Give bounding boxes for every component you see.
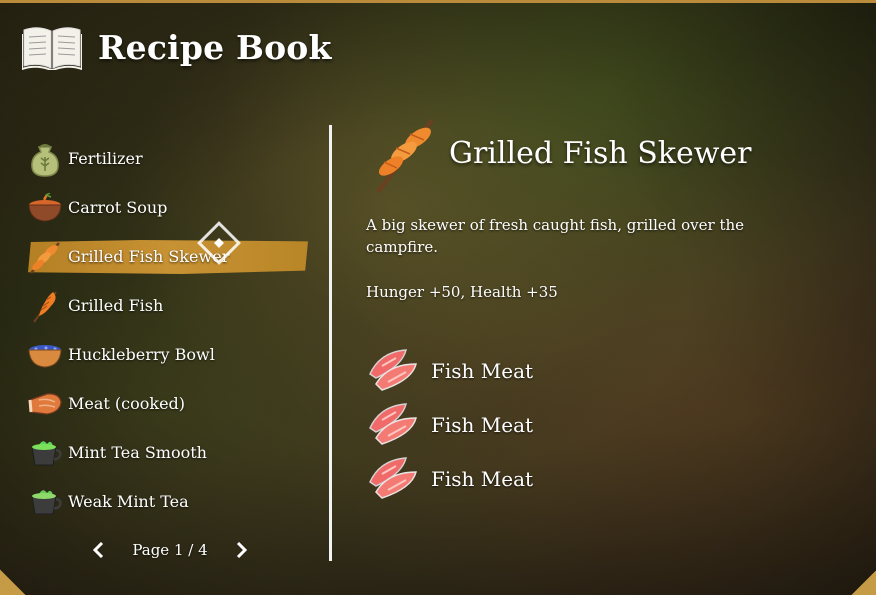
grilled-fish-icon: [26, 287, 64, 325]
recipe-list: Fertilizer Carrot Soup Grilled Fish Skew…: [26, 134, 308, 526]
recipe-title: Grilled Fish Skewer: [449, 136, 752, 171]
recipe-item-label: Huckleberry Bowl: [68, 345, 215, 364]
cooked-meat-icon: [26, 385, 64, 423]
open-book-icon: [22, 27, 82, 70]
next-page-button[interactable]: [234, 540, 250, 560]
top-trim: [0, 0, 876, 3]
ingredient-list: Fish Meat Fish Meat Fish Meat: [366, 344, 533, 506]
selection-cursor-icon: [197, 221, 241, 265]
recipe-item-carrot-soup[interactable]: Carrot Soup: [26, 183, 308, 232]
recipe-item-meat-cooked[interactable]: Meat (cooked): [26, 379, 308, 428]
ingredient-label: Fish Meat: [431, 359, 534, 383]
page-title: Recipe Book: [98, 27, 332, 67]
recipe-item-label: Weak Mint Tea: [68, 492, 189, 511]
corner-trim-left: [0, 565, 26, 595]
fish-meat-icon: [369, 349, 417, 391]
recipe-item-mint-tea-smooth[interactable]: Mint Tea Smooth: [26, 428, 308, 477]
carrot-soup-bowl-icon: [26, 189, 64, 227]
panel-divider: [329, 125, 332, 561]
mint-tea-cup-icon: [26, 483, 64, 521]
corner-trim-right: [846, 571, 876, 595]
fish-skewer-icon: [26, 238, 64, 276]
recipe-item-huckleberry-bowl[interactable]: Huckleberry Bowl: [26, 330, 308, 379]
recipe-item-label: Grilled Fish: [68, 296, 164, 315]
recipe-item-label: Mint Tea Smooth: [68, 443, 207, 462]
ingredient-label: Fish Meat: [431, 413, 534, 437]
prev-page-button[interactable]: [90, 540, 106, 560]
header: Recipe Book: [22, 24, 332, 70]
ingredient-label: Fish Meat: [431, 467, 534, 491]
pagination: Page 1 / 4: [90, 537, 250, 563]
mint-tea-cup-icon: [26, 434, 64, 472]
recipe-item-label: Meat (cooked): [68, 394, 186, 413]
fish-meat-icon: [369, 403, 417, 445]
chevron-right-icon: [236, 542, 248, 558]
huckleberry-bowl-icon: [26, 336, 64, 374]
recipe-item-grilled-fish[interactable]: Grilled Fish: [26, 281, 308, 330]
recipe-stats: Hunger +50, Health +35: [366, 283, 558, 301]
chevron-left-icon: [92, 542, 104, 558]
ingredient-item: Fish Meat: [366, 398, 533, 452]
fish-meat-icon: [369, 457, 417, 499]
fertilizer-sack-icon: [26, 140, 64, 178]
page-indicator: Page 1 / 4: [132, 541, 208, 559]
recipe-description: A big skewer of fresh caught fish, grill…: [366, 216, 745, 256]
recipe-item-label: Fertilizer: [68, 149, 143, 168]
recipe-item-grilled-fish-skewer[interactable]: Grilled Fish Skewer: [26, 232, 308, 281]
fish-skewer-icon: [376, 118, 434, 194]
recipe-item-fertilizer[interactable]: Fertilizer: [26, 134, 308, 183]
ingredient-item: Fish Meat: [366, 344, 533, 398]
ingredient-item: Fish Meat: [366, 452, 533, 506]
recipe-item-weak-mint-tea[interactable]: Weak Mint Tea: [26, 477, 308, 526]
recipe-item-label: Carrot Soup: [68, 198, 168, 217]
